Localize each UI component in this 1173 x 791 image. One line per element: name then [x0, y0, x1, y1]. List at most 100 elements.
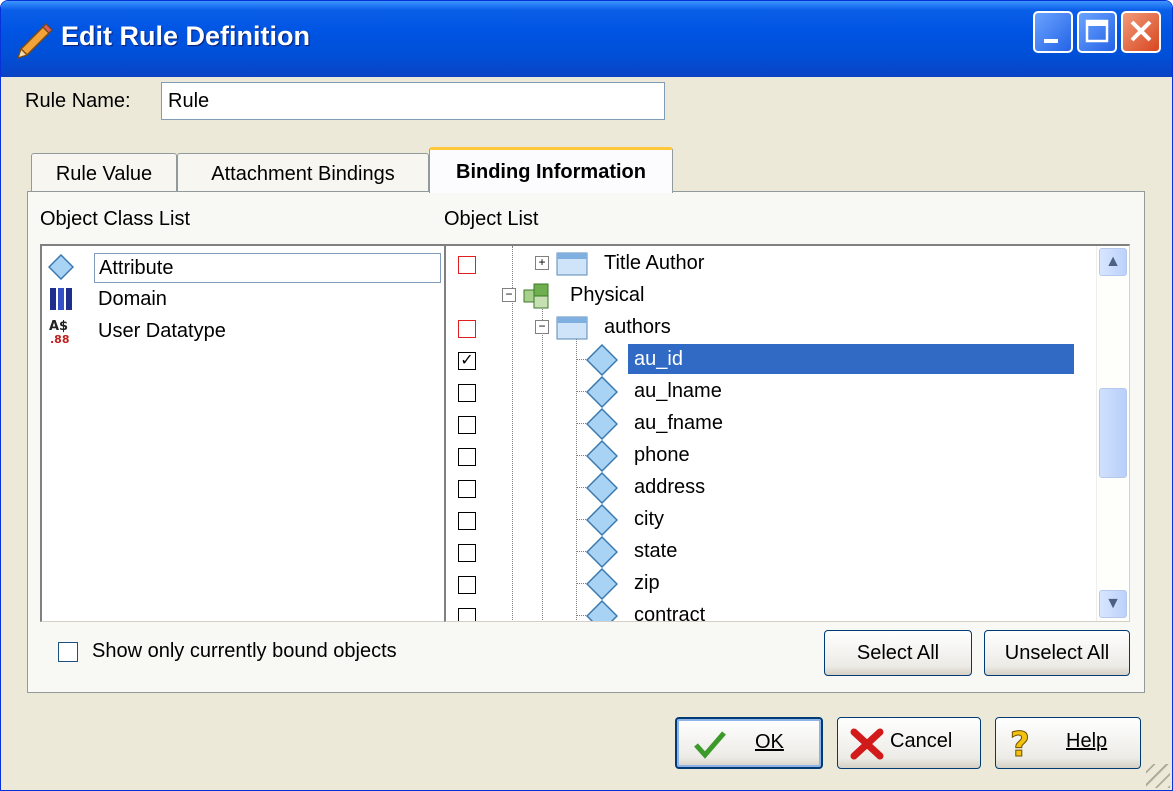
scroll-thumb[interactable] [1099, 388, 1127, 478]
tree-row-label: zip [634, 572, 660, 594]
list-item-label: Domain [98, 288, 167, 310]
list-item-attribute[interactable]: Attribute [42, 252, 451, 284]
object-list-label: Object List [444, 208, 539, 230]
tree-row-label: phone [634, 444, 690, 466]
tree-row-label: contract [634, 604, 706, 622]
physical-model-icon [523, 283, 549, 309]
column-diamond-icon [586, 472, 618, 504]
edit-rule-definition-dialog: Edit Rule Definition Rule Name: Rule Rul… [0, 0, 1173, 791]
resize-grip[interactable] [1146, 764, 1170, 788]
list-item-user-datatype[interactable]: A$ .88 User Datatype [42, 316, 451, 348]
row-checkbox[interactable]: ✓ [458, 352, 476, 370]
minimize-button[interactable] [1033, 11, 1073, 53]
list-item-domain[interactable]: Domain [42, 284, 451, 316]
row-checkbox[interactable] [458, 320, 476, 338]
close-icon [1130, 20, 1152, 42]
row-checkbox[interactable] [458, 608, 476, 621]
tree-row-label: au_fname [634, 412, 723, 434]
row-checkbox[interactable] [458, 416, 476, 434]
tab-binding-information[interactable]: Binding Information [429, 147, 673, 193]
row-checkbox[interactable] [458, 448, 476, 466]
maximize-icon [1085, 19, 1109, 43]
svg-text:A$: A$ [49, 319, 68, 334]
row-checkbox[interactable] [458, 576, 476, 594]
select-all-button[interactable]: Select All [824, 630, 972, 676]
unselect-all-button[interactable]: Unselect All [984, 630, 1130, 676]
object-class-list-label: Object Class List [40, 208, 191, 230]
chevron-down-icon: ▼ [1105, 595, 1121, 612]
table-icon [556, 316, 588, 340]
row-checkbox[interactable] [458, 256, 476, 274]
user-datatype-icon: A$ .88 [49, 319, 70, 344]
tree-row[interactable]: ✓ au_id [446, 344, 1129, 376]
tree-row-label: au_id [628, 344, 1074, 374]
tree-row[interactable]: au_fname [446, 408, 1129, 440]
rule-name-label: Rule Name: [25, 90, 131, 112]
tree-row-label: Physical [570, 284, 645, 306]
row-checkbox[interactable] [458, 384, 476, 402]
list-item-label: Attribute [94, 253, 441, 283]
column-diamond-icon [586, 440, 618, 472]
cancel-button[interactable]: Cancel [837, 717, 981, 769]
tree-row-label: Title Author [604, 252, 705, 274]
tree-row-label: au_lname [634, 380, 722, 402]
question-icon: ? [1010, 725, 1031, 763]
show-bound-only-checkbox[interactable] [58, 642, 78, 662]
column-diamond-icon [586, 408, 618, 440]
tree-row-label: state [634, 540, 678, 562]
maximize-button[interactable] [1077, 11, 1117, 53]
collapse-minus-icon[interactable]: − [535, 320, 549, 334]
ok-button[interactable]: OK [675, 717, 823, 769]
tree-row[interactable]: contract [446, 600, 1129, 622]
ok-label: OK [755, 731, 784, 753]
object-class-listbox[interactable]: Attribute Domain A$ .88 User Datatype [40, 244, 452, 622]
scroll-down-button[interactable]: ▼ [1099, 590, 1127, 618]
help-label: Help [1066, 730, 1108, 752]
window-title: Edit Rule Definition [61, 21, 310, 51]
scroll-up-button[interactable]: ▲ [1099, 248, 1127, 276]
attribute-diamond-icon [48, 254, 74, 280]
cancel-label: Cancel [890, 730, 953, 752]
tab-attachment-bindings[interactable]: Attachment Bindings [177, 153, 429, 193]
column-diamond-icon [586, 376, 618, 408]
column-diamond-icon [586, 600, 618, 621]
tab-rule-value[interactable]: Rule Value [31, 153, 177, 193]
vertical-scrollbar[interactable]: ▲ ▼ [1096, 246, 1127, 621]
checkmark-icon [694, 731, 726, 759]
rule-name-input[interactable]: Rule [161, 82, 665, 120]
column-diamond-icon [586, 504, 618, 536]
row-checkbox[interactable] [458, 544, 476, 562]
column-diamond-icon [586, 568, 618, 600]
title-bar[interactable]: Edit Rule Definition [1, 1, 1172, 77]
binding-information-panel: Object Class List Object List Attribute … [27, 191, 1145, 693]
tree-row-label: city [634, 508, 664, 530]
row-checkbox[interactable] [458, 480, 476, 498]
domain-icon [50, 288, 72, 310]
svg-text:.88: .88 [50, 333, 70, 344]
show-bound-only-label: Show only currently bound objects [92, 640, 397, 662]
tree-row[interactable]: − Physical [446, 280, 1129, 312]
expand-plus-icon[interactable]: + [535, 256, 549, 270]
pencil-icon [17, 23, 53, 59]
tree-row[interactable]: city [446, 504, 1129, 536]
column-diamond-icon [586, 536, 618, 568]
chevron-up-icon: ▲ [1105, 253, 1121, 270]
table-icon [556, 252, 588, 276]
tree-row[interactable]: au_lname [446, 376, 1129, 408]
minimize-icon [1044, 39, 1058, 43]
help-button[interactable]: ? Help [995, 717, 1141, 769]
tree-row[interactable]: phone [446, 440, 1129, 472]
tree-row[interactable]: + Title Author [446, 248, 1129, 280]
tree-row[interactable]: − authors [446, 312, 1129, 344]
close-button[interactable] [1121, 11, 1161, 53]
object-list-tree[interactable]: + Title Author − Physical − authors ✓ au… [444, 244, 1130, 622]
row-checkbox[interactable] [458, 512, 476, 530]
svg-text:?: ? [1010, 725, 1030, 762]
tree-row-label: authors [604, 316, 671, 338]
x-cancel-icon [850, 728, 884, 760]
collapse-minus-icon[interactable]: − [502, 288, 516, 302]
tree-row[interactable]: zip [446, 568, 1129, 600]
tree-row[interactable]: address [446, 472, 1129, 504]
list-item-label: User Datatype [98, 320, 226, 342]
tree-row[interactable]: state [446, 536, 1129, 568]
